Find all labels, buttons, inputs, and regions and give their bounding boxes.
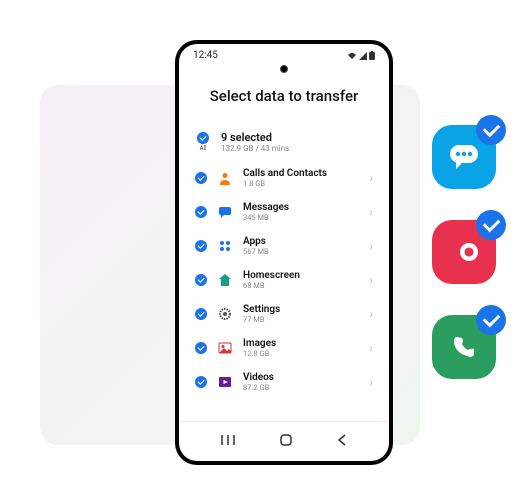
gear-icon [217,306,233,322]
checkbox-icon[interactable] [195,172,207,184]
item-label: Calls and Contacts [243,168,359,179]
phone-frame: 12:45 Select data to transfer All 9 sele… [175,40,393,465]
list-item-settings[interactable]: Settings 77 MB › [179,297,389,331]
item-size: 77 MB [243,315,359,324]
chevron-right-icon: › [369,341,373,355]
item-label: Apps [243,236,359,247]
check-badge-icon [476,210,506,240]
front-camera-icon [280,65,288,73]
videos-icon [217,374,233,390]
list-item-apps[interactable]: Apps 567 MB › [179,229,389,263]
list-item-calls[interactable]: Calls and Contacts 1.8 GB › [179,161,389,195]
list-item-homescreen[interactable]: Homescreen 68 MB › [179,263,389,297]
select-all-checkbox[interactable] [197,132,209,144]
check-badge-icon [476,115,506,145]
item-label: Messages [243,202,359,213]
status-indicators [347,51,375,60]
chevron-right-icon: › [369,171,373,185]
item-size: 68 MB [243,281,359,290]
chevron-right-icon: › [369,239,373,253]
page-title: Select data to transfer [179,87,389,105]
selection-count: 9 selected [221,131,373,144]
camera-notch [179,63,389,79]
apps-icon [217,238,233,254]
home-icon [217,272,233,288]
checkbox-icon[interactable] [195,308,207,320]
item-size: 12.8 GB [243,349,359,358]
list-item-images[interactable]: Images 12.8 GB › [179,331,389,365]
checkbox-icon[interactable] [195,376,207,388]
recent-apps-button[interactable] [220,432,236,451]
item-label: Settings [243,304,359,315]
chevron-right-icon: › [369,375,373,389]
data-list: Calls and Contacts 1.8 GB › Messages 345… [179,161,389,421]
navigation-bar [179,421,389,461]
item-size: 345 MB [243,213,359,222]
app-icon-camera [432,220,496,284]
phone-screen: 12:45 Select data to transfer All 9 sele… [179,44,389,461]
battery-icon [369,51,375,60]
checkbox-icon[interactable] [195,274,207,286]
chevron-right-icon: › [369,273,373,287]
check-badge-icon [476,305,506,335]
item-size: 1.8 GB [243,179,359,188]
app-icon-phone [432,315,496,379]
list-item-videos[interactable]: Videos 87.2 GB › [179,365,389,399]
messages-icon [217,204,233,220]
signal-icon [359,52,367,60]
checkbox-icon[interactable] [195,240,207,252]
wifi-icon [347,52,357,60]
select-all-row[interactable]: All 9 selected 132.9 GB / 43 mins [179,125,389,161]
back-button[interactable] [336,432,348,451]
item-size: 567 MB [243,247,359,256]
title-area: Select data to transfer [179,79,389,125]
item-size: 87.2 GB [243,383,359,392]
selection-size: 132.9 GB / 43 mins [221,144,373,153]
app-icon-messages [432,125,496,189]
status-time: 12:45 [193,50,218,61]
select-all-label: All [200,145,207,152]
item-label: Videos [243,372,359,383]
checkbox-icon[interactable] [195,342,207,354]
chevron-right-icon: › [369,205,373,219]
list-item-messages[interactable]: Messages 345 MB › [179,195,389,229]
chevron-right-icon: › [369,307,373,321]
item-label: Homescreen [243,270,359,281]
home-button[interactable] [279,432,293,451]
images-icon [217,340,233,356]
checkbox-icon[interactable] [195,206,207,218]
status-bar: 12:45 [179,44,389,63]
contacts-icon [217,170,233,186]
item-label: Images [243,338,359,349]
